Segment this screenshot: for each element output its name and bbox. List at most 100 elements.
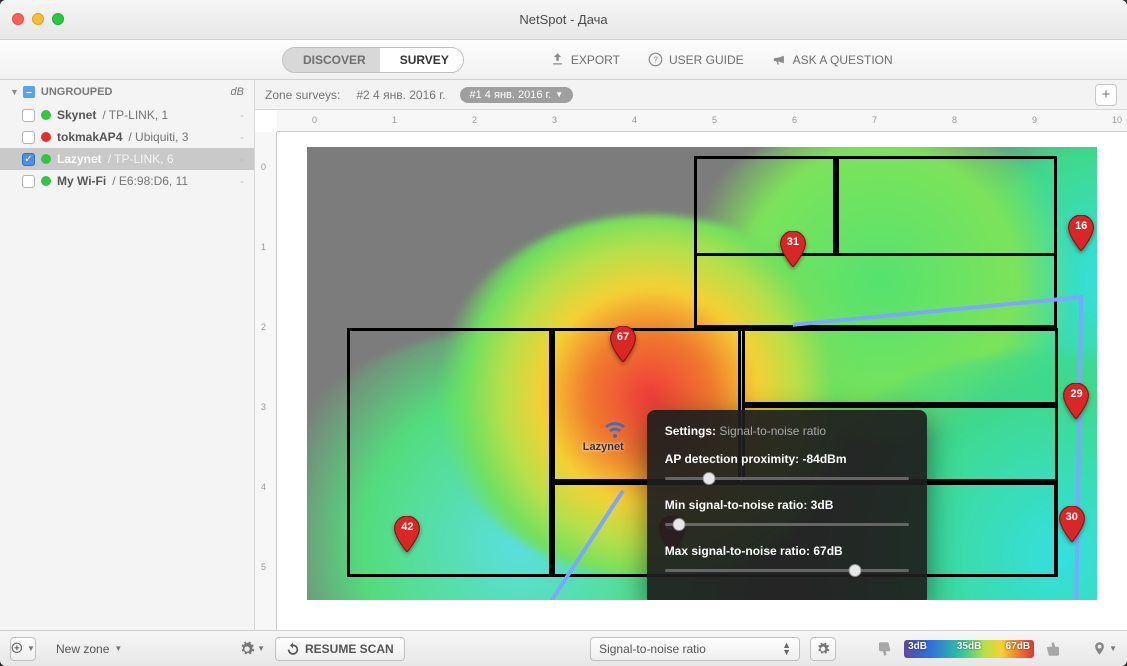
pin-value: 29 <box>1062 388 1090 400</box>
map-stage[interactable]: Lazynet 31162930474267 Settings: Signal-… <box>277 132 1127 630</box>
sidebar-item[interactable]: Skynet / TP-LINK, 1- <box>0 104 254 126</box>
discover-label: DISCOVER <box>303 53 366 67</box>
chevron-down-icon: ▼ <box>114 644 122 653</box>
checkbox[interactable]: ✓ <box>22 153 35 166</box>
ruler-tick: 0 <box>312 115 317 125</box>
ssid-label: Skynet <box>57 108 96 122</box>
window-controls <box>12 13 64 25</box>
content-area: ▼ – UNGROUPED dB Skynet / TP-LINK, 1-tok… <box>0 80 1127 630</box>
ssid-label: Lazynet <box>57 152 102 166</box>
status-dot-icon <box>41 132 51 142</box>
settings-field: Min signal-to-noise ratio: 3dB <box>665 498 909 530</box>
pin-value: 67 <box>609 331 637 343</box>
ruler-horizontal: 012345678910 <box>277 110 1127 132</box>
ruler-tick: 3 <box>261 402 266 412</box>
add-menu-button[interactable]: ▼ <box>10 637 36 661</box>
pin-value: 30 <box>1058 511 1086 523</box>
settings-field: AP detection proximity: -84dBm <box>665 452 909 484</box>
thumbs-up-icon[interactable] <box>1044 640 1062 658</box>
zone-survey-item[interactable]: #2 4 янв. 2016 г. <box>356 88 445 102</box>
ruler-tick: 1 <box>392 115 397 125</box>
pin-menu-button[interactable]: ▼ <box>1092 641 1117 656</box>
slider[interactable] <box>665 472 909 484</box>
gear-menu-button[interactable]: ▼ <box>239 641 265 657</box>
ruler-tick: 0 <box>261 162 266 172</box>
new-zone-button[interactable]: New zone ▼ <box>46 638 132 660</box>
thumbs-down-icon[interactable] <box>876 640 894 658</box>
group-label: UNGROUPED <box>41 86 113 98</box>
survey-point-pin[interactable]: 16 <box>1067 215 1095 251</box>
checkbox[interactable] <box>22 175 35 188</box>
export-button[interactable]: EXPORT <box>550 52 620 67</box>
ruler-vertical: 0123456 <box>255 132 277 630</box>
ruler-tick: 8 <box>952 115 957 125</box>
chevron-down-icon: ▼ <box>27 644 35 653</box>
add-zone-button[interactable]: + <box>1095 84 1117 106</box>
app-window: NetSpot - Дача DISCOVER SURVEY EXPORT ? … <box>0 0 1127 666</box>
help-icon: ? <box>648 52 663 67</box>
survey-label: SURVEY <box>400 53 449 67</box>
slider[interactable] <box>665 564 909 576</box>
db-column-header: dB <box>231 86 244 98</box>
ap-label: Lazynet <box>583 441 624 453</box>
survey-point-pin[interactable]: 30 <box>1058 506 1086 542</box>
survey-point-pin[interactable]: 29 <box>1062 383 1090 419</box>
titlebar: NetSpot - Дача <box>0 0 1127 40</box>
minimize-icon[interactable] <box>32 13 44 25</box>
ruler-tick: 3 <box>552 115 557 125</box>
db-value: - <box>240 130 244 144</box>
resume-scan-button[interactable]: RESUME SCAN <box>275 637 405 661</box>
group-checkbox-icon[interactable]: – <box>23 86 35 98</box>
user-guide-button[interactable]: ? USER GUIDE <box>648 52 744 67</box>
sidebar-item[interactable]: My Wi-Fi / E6:98:D6, 11- <box>0 170 254 192</box>
ruler-tick: 4 <box>632 115 637 125</box>
chevron-down-icon: ▼ <box>1109 644 1117 653</box>
checkbox[interactable] <box>22 109 35 122</box>
chevron-down-icon: ▼ <box>257 644 265 653</box>
network-detail: / TP-LINK, 1 <box>102 108 168 122</box>
survey-point-pin[interactable]: 42 <box>393 516 421 552</box>
gear-icon <box>816 642 830 656</box>
ruler-tick: 5 <box>261 562 266 572</box>
sidebar-item[interactable]: ✓Lazynet / TP-LINK, 6- <box>0 148 254 170</box>
checkbox[interactable] <box>22 131 35 144</box>
ruler-tick: 1 <box>261 242 266 252</box>
ruler-tick: 2 <box>472 115 477 125</box>
db-value: - <box>240 174 244 188</box>
ruler-tick: 5 <box>712 115 717 125</box>
maximize-icon[interactable] <box>52 13 64 25</box>
survey-point-pin[interactable]: 31 <box>779 231 807 267</box>
scale-max: 67dB <box>1006 641 1030 652</box>
close-icon[interactable] <box>12 13 24 25</box>
db-value: - <box>240 152 244 166</box>
settings-popover: Settings: Signal-to-noise ratio AP detec… <box>647 410 927 600</box>
pin-icon <box>1092 641 1107 656</box>
refresh-icon <box>286 642 300 656</box>
zone-survey-item[interactable]: #1 4 янв. 2016 г. ▼ <box>460 87 574 103</box>
sidebar-item[interactable]: tokmakAP4 / Ubiquiti, 3- <box>0 126 254 148</box>
color-scale-bar: 3dB 35dB 67dB <box>904 640 1034 658</box>
status-dot-icon <box>41 154 51 164</box>
scale-mid: 35dB <box>957 641 981 652</box>
main-pane: Zone surveys: #2 4 янв. 2016 г.#1 4 янв.… <box>255 80 1127 630</box>
sidebar-group-header[interactable]: ▼ – UNGROUPED dB <box>0 80 254 104</box>
network-detail: / Ubiquiti, 3 <box>128 130 188 144</box>
survey-tab[interactable]: SURVEY <box>380 48 463 72</box>
settings-field-label: Max signal-to-noise ratio: 67dB <box>665 544 909 558</box>
visualization-settings-button[interactable] <box>810 637 836 661</box>
export-icon <box>550 52 565 67</box>
ruler-tick: 10 <box>1112 115 1122 125</box>
pin-value: 42 <box>393 521 421 533</box>
visualization-select[interactable]: Signal-to-noise ratio ▲▼ <box>590 637 800 661</box>
heatmap: Lazynet 31162930474267 Settings: Signal-… <box>307 147 1097 600</box>
settings-field-label: AP detection proximity: -84dBm <box>665 452 909 466</box>
color-scale: 3dB 35dB 67dB <box>904 640 1034 658</box>
slider[interactable] <box>665 518 909 530</box>
survey-point-pin[interactable]: 67 <box>609 326 637 362</box>
discover-tab[interactable]: DISCOVER <box>283 48 380 72</box>
ask-question-button[interactable]: ASK A QUESTION <box>772 52 893 67</box>
pin-value: 16 <box>1067 220 1095 232</box>
pin-value: 31 <box>779 236 807 248</box>
network-detail: / E6:98:D6, 11 <box>112 174 188 188</box>
window-title: NetSpot - Дача <box>0 12 1127 27</box>
